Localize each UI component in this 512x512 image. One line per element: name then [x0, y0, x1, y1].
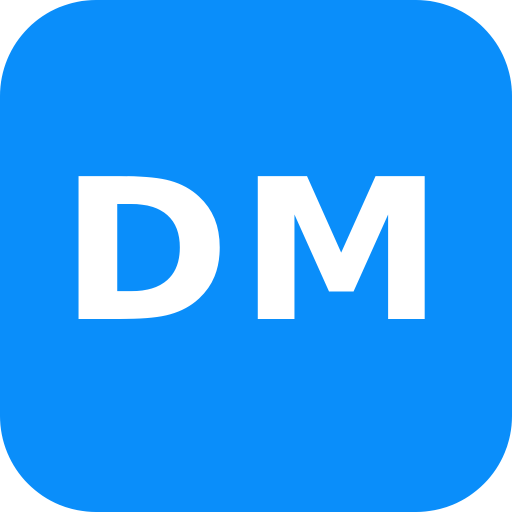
- app-icon[interactable]: DM: [0, 0, 512, 512]
- app-icon-label: DM: [59, 138, 453, 366]
